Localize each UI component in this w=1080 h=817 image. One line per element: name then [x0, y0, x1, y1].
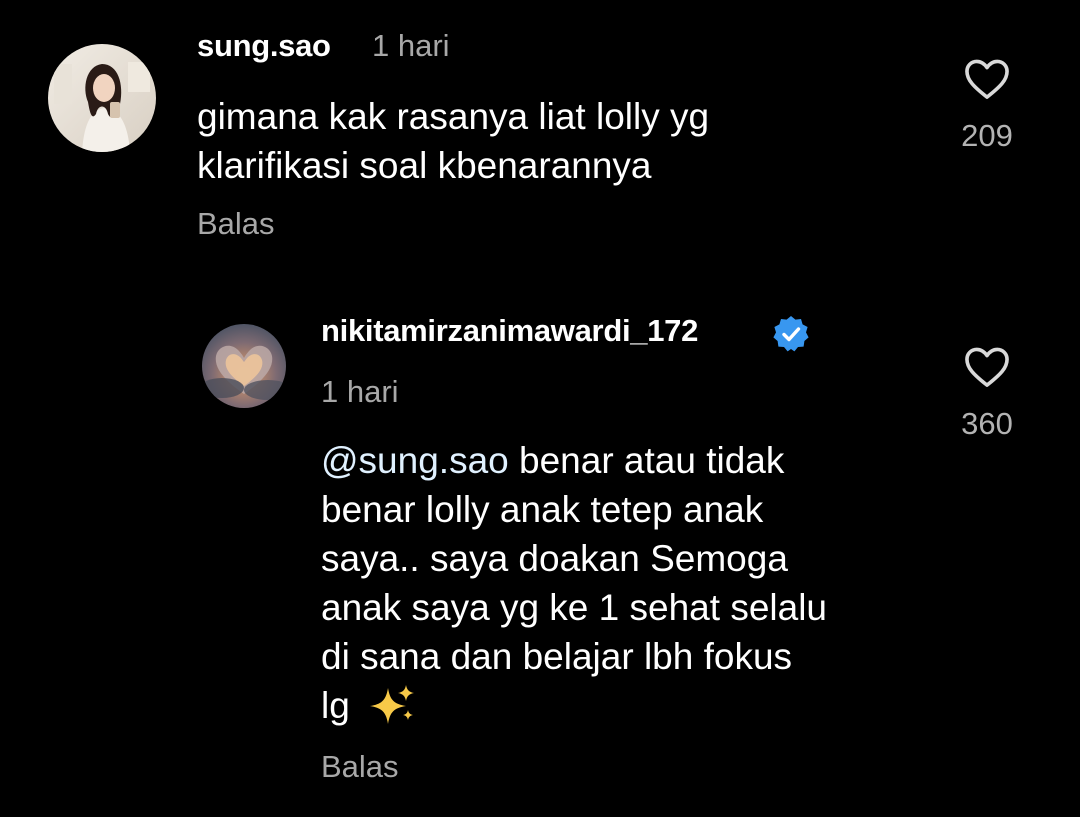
reply-text-line: di sana dan belajar lbh fokus — [321, 636, 793, 677]
reply-text-line: benar lolly anak tetep anak — [321, 489, 764, 530]
avatar-photo-icon — [202, 324, 286, 408]
comment-username[interactable]: sung.sao — [197, 28, 331, 64]
like-count: 209 — [961, 118, 1013, 153]
reply-text-line: anak saya yg ke 1 sehat selalu — [321, 587, 827, 628]
mention-link[interactable]: @sung.sao — [321, 440, 509, 481]
comment-timestamp: 1 hari — [372, 28, 450, 63]
like-control: 360 — [937, 346, 1037, 442]
heart-outline-icon[interactable] — [964, 58, 1010, 100]
avatar-photo-icon — [48, 44, 156, 152]
reply-text-fragment: lg — [321, 685, 350, 726]
reply-button[interactable]: Balas — [197, 206, 275, 242]
reply-text-line: saya.. saya doakan Semoga — [321, 538, 788, 579]
reply-username[interactable]: nikitamirzanimawardi_172 — [321, 313, 698, 349]
comment-text: gimana kak rasanya liat lolly yg klarifi… — [197, 92, 709, 190]
reply-text-line: @sung.sao benar atau tidak — [321, 436, 827, 485]
reply-button[interactable]: Balas — [321, 749, 399, 785]
verified-badge-icon — [773, 316, 809, 352]
avatar[interactable] — [48, 44, 156, 152]
comment-text-line: klarifikasi soal kbenarannya — [197, 145, 652, 186]
comment-text-line: gimana kak rasanya liat lolly yg — [197, 96, 710, 137]
avatar[interactable] — [202, 324, 286, 408]
like-count: 360 — [961, 406, 1013, 441]
reply-text-fragment: benar atau tidak — [508, 440, 785, 481]
like-control: 209 — [937, 58, 1037, 154]
sparkles-emoji-icon — [370, 685, 414, 724]
reply-timestamp: 1 hari — [321, 374, 399, 409]
heart-outline-icon[interactable] — [964, 346, 1010, 388]
